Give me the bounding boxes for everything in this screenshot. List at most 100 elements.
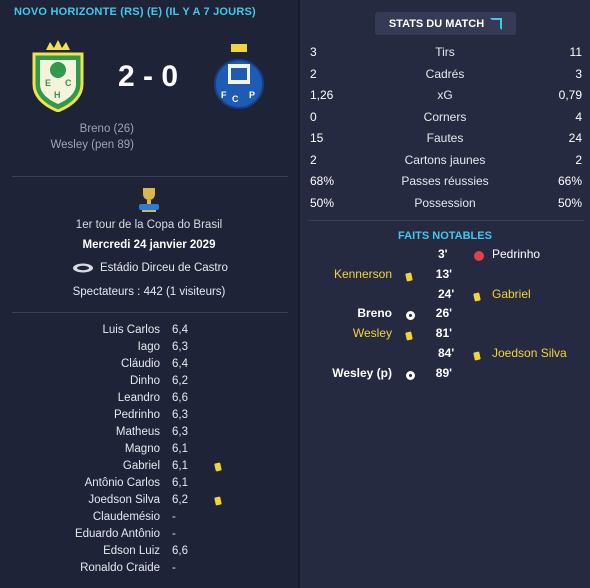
event-minute: 24' <box>438 286 455 301</box>
stat-away-value: 66% <box>557 174 582 188</box>
player-name[interactable]: Dinho <box>130 375 160 387</box>
scorer-item[interactable]: Breno (26) <box>50 121 134 137</box>
player-name[interactable]: Gabriel <box>123 460 160 472</box>
player-rating-row[interactable]: Leandro 6,6 <box>0 391 298 408</box>
player-rating: 6,1 <box>172 477 188 489</box>
stat-row: 2 Cadrés 3 <box>300 65 590 87</box>
player-name[interactable]: Cláudio <box>121 358 160 370</box>
yellow-card-icon <box>214 496 222 506</box>
player-rating: 6,6 <box>172 392 188 404</box>
stat-row: 2 Cartons jaunes 2 <box>300 151 590 173</box>
player-rating-row[interactable]: Pedrinho 6,3 <box>0 408 298 425</box>
stat-label: Corners <box>423 109 467 124</box>
player-name[interactable]: Iago <box>138 341 160 353</box>
event-row[interactable]: 3' Pedrinho <box>300 244 590 264</box>
player-name[interactable]: Joedson Silva <box>88 494 160 506</box>
player-rating: 6,2 <box>172 494 188 506</box>
event-minute: 3' <box>438 247 448 261</box>
event-player[interactable]: Joedson Silva <box>492 346 567 360</box>
external-link-icon <box>490 17 503 30</box>
event-player[interactable]: Kennerson <box>334 267 392 281</box>
player-name[interactable]: Magno <box>125 443 160 455</box>
svg-text:P: P <box>249 90 255 100</box>
stat-row: 15 Fautes 24 <box>300 129 590 151</box>
svg-text:F: F <box>221 90 227 100</box>
stat-away-value: 0,79 <box>558 88 582 102</box>
goal-ball-icon <box>406 370 415 380</box>
player-rating-row[interactable]: Claudemésio - <box>0 510 298 527</box>
player-rating: 6,3 <box>172 341 188 353</box>
player-rating-row[interactable]: Matheus 6,3 <box>0 425 298 442</box>
player-rating: 6,3 <box>172 409 188 421</box>
stat-away-value: 24 <box>568 131 582 145</box>
event-row[interactable]: Breno 26' <box>300 303 590 323</box>
stat-label: Cadrés <box>425 66 465 81</box>
event-player[interactable]: Wesley <box>353 326 392 340</box>
match-stats-button[interactable]: STATS DU MATCH <box>375 12 516 35</box>
home-team-crest[interactable]: E C H <box>30 40 86 115</box>
player-rating-row[interactable]: Dinho 6,2 <box>0 374 298 391</box>
event-player[interactable]: Gabriel <box>492 287 531 301</box>
player-rating-row[interactable]: Magno 6,1 <box>0 442 298 459</box>
stat-away-value: 50% <box>557 195 582 210</box>
competition-logo[interactable] <box>136 186 162 217</box>
event-minute: 13' <box>435 266 452 281</box>
event-row[interactable]: Kennerson 13' <box>300 264 590 284</box>
player-rating-row[interactable]: Eduardo Antônio - <box>0 527 298 544</box>
match-summary-panel: NOVO HORIZONTE (RS) (E) (IL Y A 7 JOURS)… <box>0 0 298 588</box>
attendance: Spectateurs : 442 (1 visiteurs) <box>72 286 226 298</box>
player-name[interactable]: Eduardo Antônio <box>75 528 160 540</box>
event-row[interactable]: Wesley 81' <box>300 323 590 343</box>
player-rating: 6,4 <box>172 358 188 370</box>
competition-round[interactable]: 1er tour de la Copa do Brasil <box>0 219 298 231</box>
event-player[interactable]: Pedrinho <box>492 247 540 261</box>
player-name[interactable]: Claudemésio <box>93 511 160 523</box>
event-player[interactable]: Wesley (p) <box>332 366 392 380</box>
player-rating-row[interactable]: Cláudio 6,4 <box>0 357 298 374</box>
player-name[interactable]: Antônio Carlos <box>85 477 160 489</box>
player-rating: - <box>172 511 176 523</box>
event-minute: 84' <box>438 345 455 360</box>
player-rating-row[interactable]: Joedson Silva 6,2 <box>0 493 298 510</box>
divider <box>12 176 288 177</box>
yellow-card-icon <box>473 351 481 361</box>
player-rating: 6,4 <box>172 324 188 336</box>
event-minute: 89' <box>435 365 452 380</box>
match-header-title[interactable]: NOVO HORIZONTE (RS) (E) (IL Y A 7 JOURS) <box>14 6 256 18</box>
stadium[interactable]: Estádio Dirceu de Castro <box>72 262 228 274</box>
player-name[interactable]: Matheus <box>116 426 160 438</box>
event-row[interactable]: 24' Gabriel <box>300 284 590 304</box>
divider <box>12 312 288 313</box>
scorer-item[interactable]: Wesley (pen 89) <box>50 137 134 153</box>
stat-away-value: 11 <box>569 45 582 59</box>
player-rating: 6,3 <box>172 426 188 438</box>
stat-away-value: 3 <box>575 66 582 81</box>
event-player[interactable]: Breno <box>357 306 392 320</box>
player-name[interactable]: Ronaldo Craide <box>80 562 160 574</box>
player-rating-row[interactable]: Edson Luiz 6,6 <box>0 544 298 561</box>
player-name[interactable]: Pedrinho <box>114 409 160 421</box>
goal-ball-icon <box>406 311 415 321</box>
stadium-name: Estádio Dirceu de Castro <box>100 262 228 274</box>
svg-text:H: H <box>54 90 61 100</box>
event-row[interactable]: Wesley (p) 89' <box>300 363 590 383</box>
event-row[interactable]: 84' Joedson Silva <box>300 343 590 363</box>
stat-label: Possession <box>414 195 476 210</box>
stat-row: 50% Possession 50% <box>300 194 590 216</box>
player-rating-row[interactable]: Gabriel 6,1 <box>0 459 298 476</box>
player-rating-row[interactable]: Antônio Carlos 6,1 <box>0 476 298 493</box>
player-name[interactable]: Leandro <box>118 392 160 404</box>
player-name[interactable]: Edson Luiz <box>103 545 160 557</box>
player-name[interactable]: Luis Carlos <box>102 324 160 336</box>
events-title: FAITS NOTABLES <box>398 230 492 242</box>
substitution-icon <box>474 251 484 261</box>
player-rating-row[interactable]: Ronaldo Craide - <box>0 561 298 578</box>
match-stats-button-label: STATS DU MATCH <box>388 17 485 30</box>
stat-label: Fautes <box>426 131 464 145</box>
stadium-icon <box>73 263 93 273</box>
away-team-crest[interactable]: F C P <box>212 42 266 115</box>
player-rating: 6,6 <box>172 545 188 557</box>
player-rating-row[interactable]: Iago 6,3 <box>0 340 298 357</box>
player-rating: - <box>172 562 176 574</box>
player-rating-row[interactable]: Luis Carlos 6,4 <box>0 323 298 340</box>
